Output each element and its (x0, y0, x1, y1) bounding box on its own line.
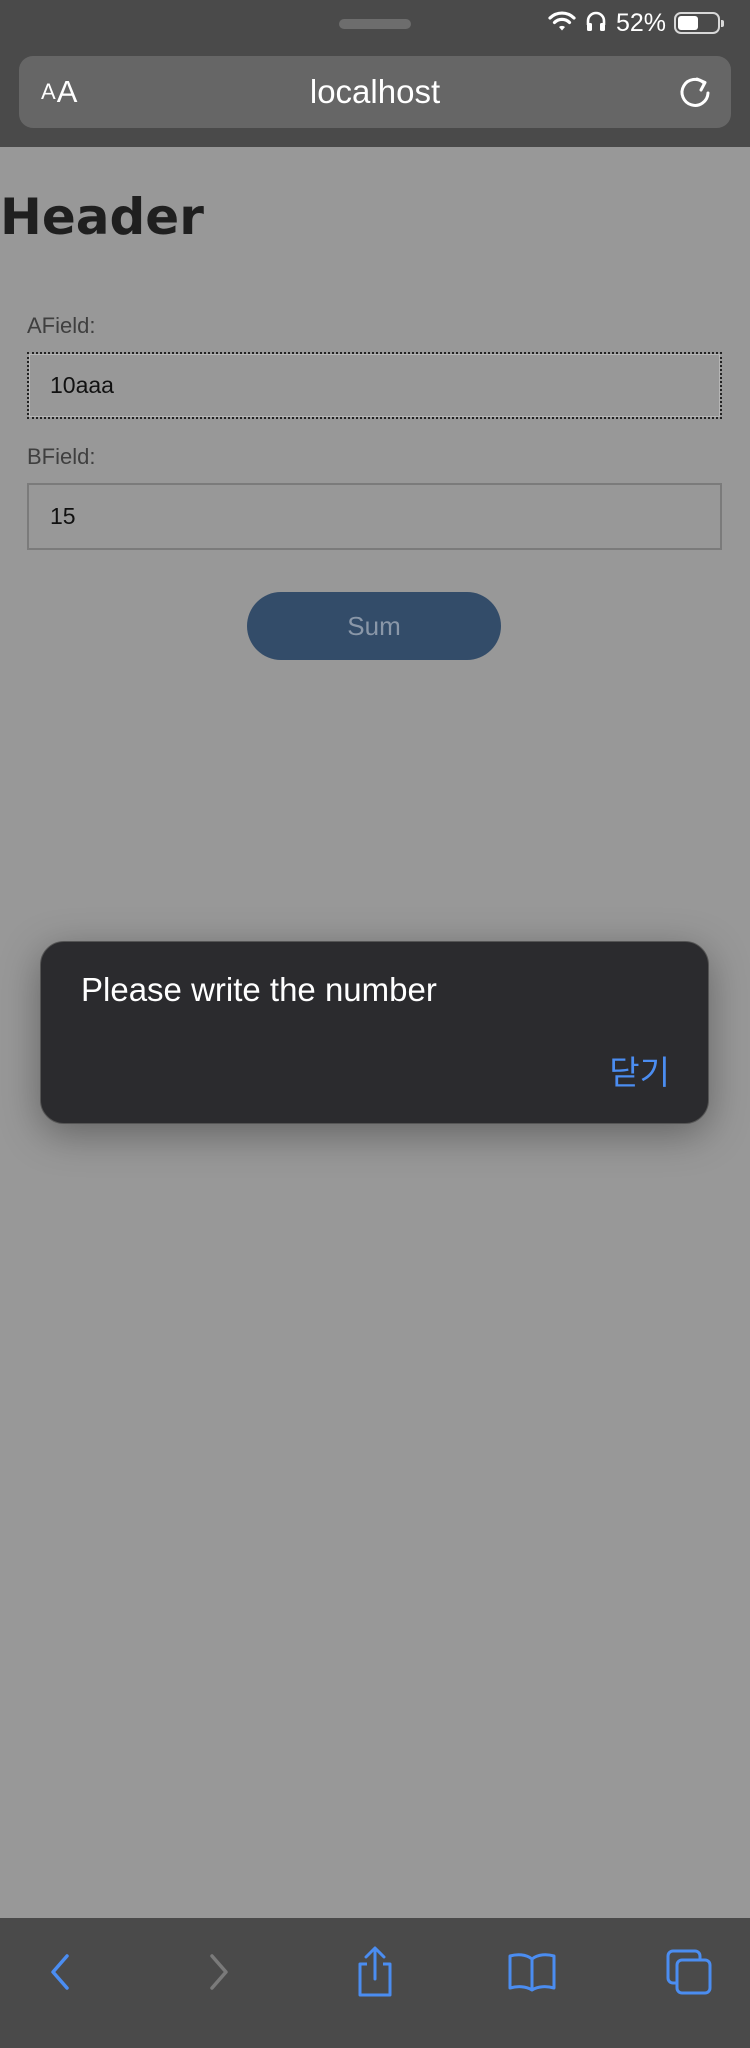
wifi-icon (548, 10, 576, 37)
bookmarks-icon[interactable] (500, 1940, 564, 2004)
battery-level-fill (678, 16, 698, 30)
alert-message: Please write the number (81, 971, 437, 1008)
a-field-input[interactable] (27, 352, 722, 419)
reload-icon[interactable] (677, 74, 713, 110)
battery-percent: 52% (615, 8, 666, 37)
b-field-label: BField: (27, 444, 96, 469)
tabs-icon[interactable] (657, 1940, 721, 2004)
status-bar: 52% (548, 8, 724, 38)
page-header: Header (0, 188, 204, 246)
alert-close-button[interactable]: 닫기 (609, 1046, 670, 1094)
forward-icon[interactable] (186, 1940, 250, 2004)
headphones-icon (584, 9, 608, 38)
back-icon[interactable] (29, 1940, 93, 2004)
sum-button[interactable]: Sum (247, 592, 501, 660)
b-field-input[interactable] (27, 483, 722, 550)
address-bar[interactable]: AA localhost (19, 56, 731, 128)
battery-icon (674, 12, 724, 34)
browser-top-chrome: 52% AA localhost (0, 0, 750, 147)
a-field-label: AField: (27, 313, 96, 338)
url-text[interactable]: localhost (19, 56, 731, 128)
alert-dialog: Please write the number 닫기 (40, 941, 709, 1124)
sheet-grabber (339, 19, 411, 29)
bottom-toolbar (0, 1918, 750, 2048)
share-icon[interactable] (343, 1940, 407, 2004)
